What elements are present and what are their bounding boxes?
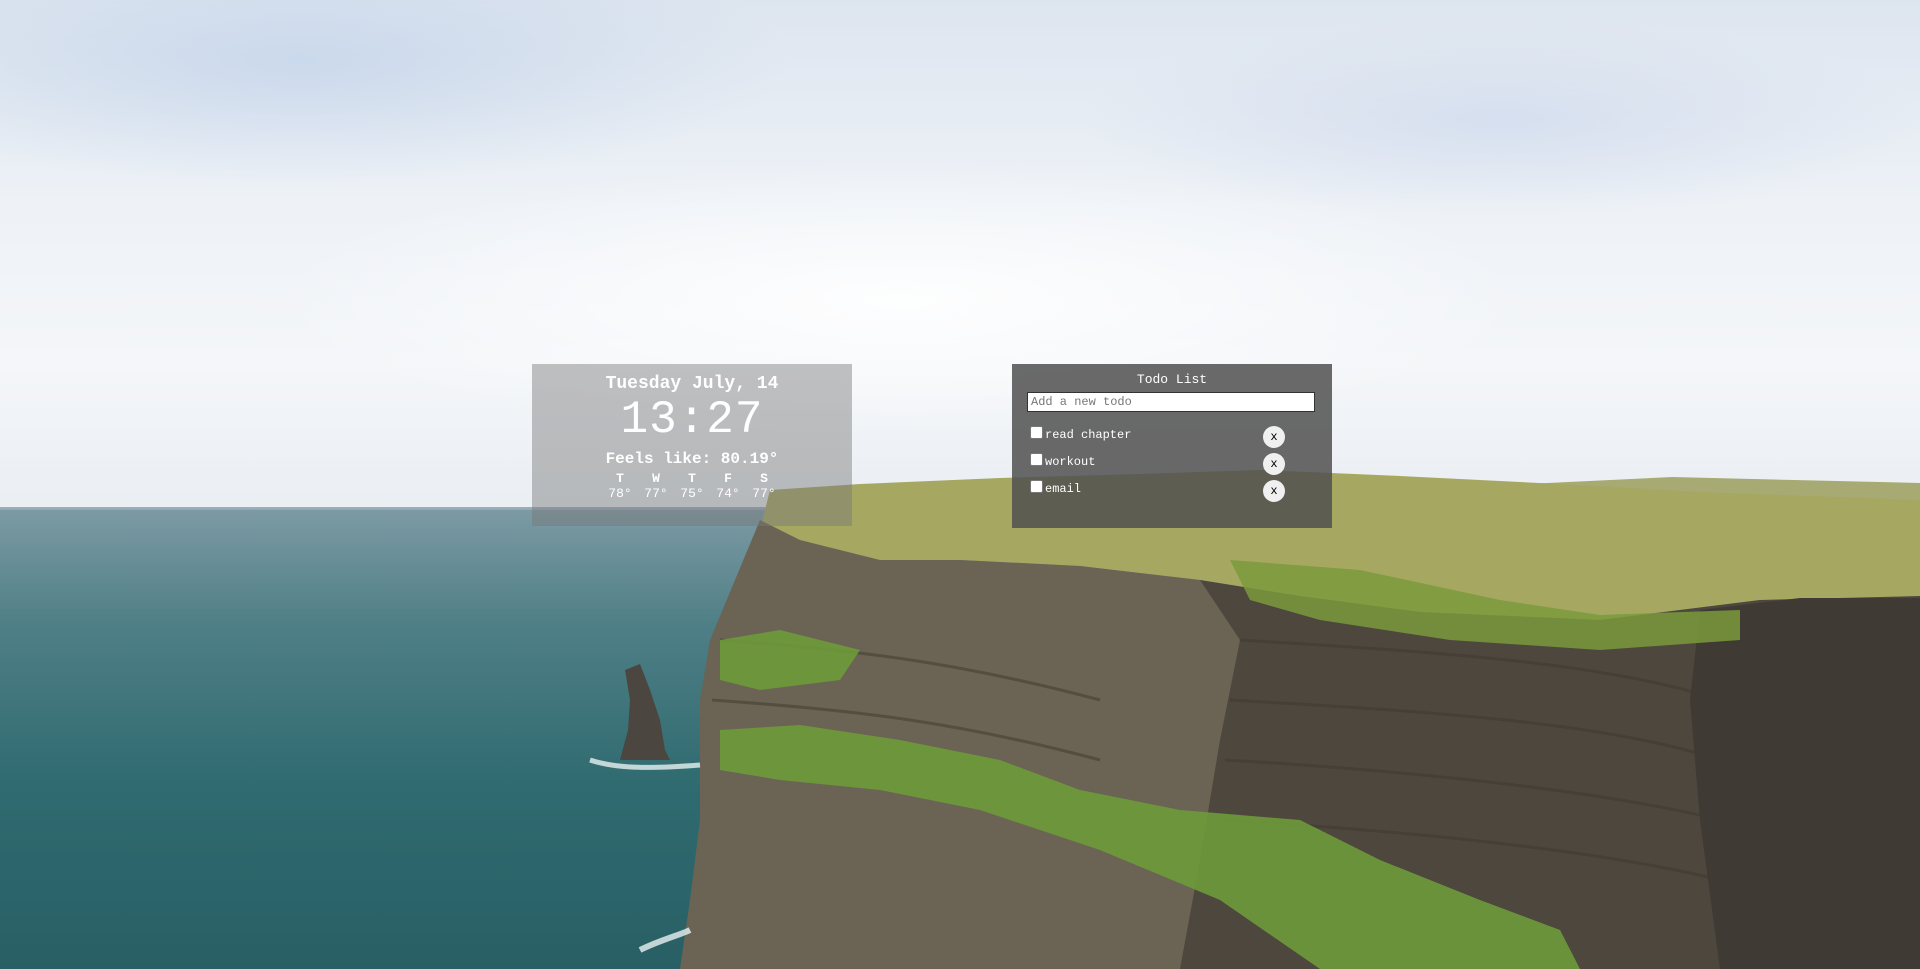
- todo-text: read chapter: [1045, 428, 1132, 442]
- todo-text: email: [1045, 482, 1082, 496]
- current-time: 13:27: [620, 394, 764, 446]
- todo-list-widget: Todo List read chapter x workout x email…: [1012, 364, 1332, 528]
- forecast-day-temp: 77°: [752, 486, 776, 501]
- forecast-day-temp: 77°: [644, 486, 668, 501]
- todo-item: email x: [1027, 480, 1317, 507]
- todo-checkbox[interactable]: [1030, 426, 1043, 439]
- clock-weather-widget: Tuesday July, 14 13:27 Feels like: 80.19…: [532, 364, 852, 526]
- forecast-day-letter: W: [652, 471, 660, 486]
- forecast-day: F 74°: [710, 471, 746, 501]
- todo-item: read chapter x: [1027, 426, 1317, 453]
- todo-items: read chapter x workout x email x: [1027, 426, 1317, 507]
- forecast-day-temp: 75°: [680, 486, 704, 501]
- forecast-day: S 77°: [746, 471, 782, 501]
- forecast-day-letter: T: [688, 471, 696, 486]
- forecast-day: W 77°: [638, 471, 674, 501]
- background-photo: [0, 0, 1920, 969]
- cliff-scenery: [0, 0, 1920, 969]
- todo-item: workout x: [1027, 453, 1317, 480]
- delete-todo-button[interactable]: x: [1263, 426, 1285, 448]
- forecast-day-letter: F: [724, 471, 732, 486]
- delete-todo-button[interactable]: x: [1263, 453, 1285, 475]
- new-todo-input[interactable]: [1027, 392, 1315, 412]
- feels-like-temperature: Feels like: 80.19°: [605, 450, 779, 468]
- forecast-day-temp: 74°: [716, 486, 740, 501]
- todo-checkbox[interactable]: [1030, 453, 1043, 466]
- forecast-day: T 75°: [674, 471, 710, 501]
- todo-checkbox[interactable]: [1030, 480, 1043, 493]
- forecast-day: T 78°: [602, 471, 638, 501]
- delete-todo-button[interactable]: x: [1263, 480, 1285, 502]
- todo-text: workout: [1045, 455, 1096, 469]
- forecast-day-letter: S: [760, 471, 768, 486]
- current-date: Tuesday July, 14: [605, 374, 779, 394]
- weather-forecast: T 78° W 77° T 75° F 74° S 77°: [532, 471, 852, 501]
- forecast-day-temp: 78°: [608, 486, 632, 501]
- forecast-day-letter: T: [616, 471, 624, 486]
- todo-title: Todo List: [1136, 372, 1208, 387]
